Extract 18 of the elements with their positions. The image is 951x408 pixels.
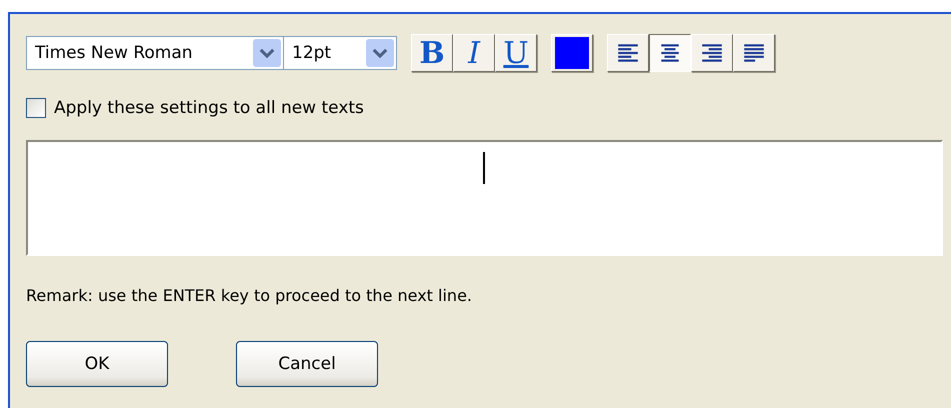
text-input-field[interactable]	[26, 140, 943, 256]
italic-button[interactable]: I	[453, 34, 495, 72]
ok-button[interactable]: OK	[26, 341, 168, 387]
align-right-button[interactable]	[691, 34, 733, 72]
align-center-button[interactable]	[649, 34, 691, 72]
align-justify-button[interactable]	[733, 34, 775, 72]
checkbox-label: Apply these settings to all new texts	[54, 98, 364, 118]
cancel-button[interactable]: Cancel	[236, 341, 378, 387]
remark-text: Remark: use the ENTER key to proceed to the next line.	[26, 286, 473, 305]
checkbox[interactable]	[26, 98, 46, 118]
underline-button[interactable]: U	[495, 34, 537, 72]
size-dropdown[interactable]: 12pt	[284, 36, 397, 70]
align-right-icon	[700, 43, 724, 63]
align-left-icon	[616, 43, 640, 63]
bold-button[interactable]: B	[411, 34, 453, 72]
align-justify-icon	[742, 43, 766, 63]
align-left-button[interactable]	[607, 34, 649, 72]
font-dropdown[interactable]: Times New Roman	[26, 36, 284, 70]
